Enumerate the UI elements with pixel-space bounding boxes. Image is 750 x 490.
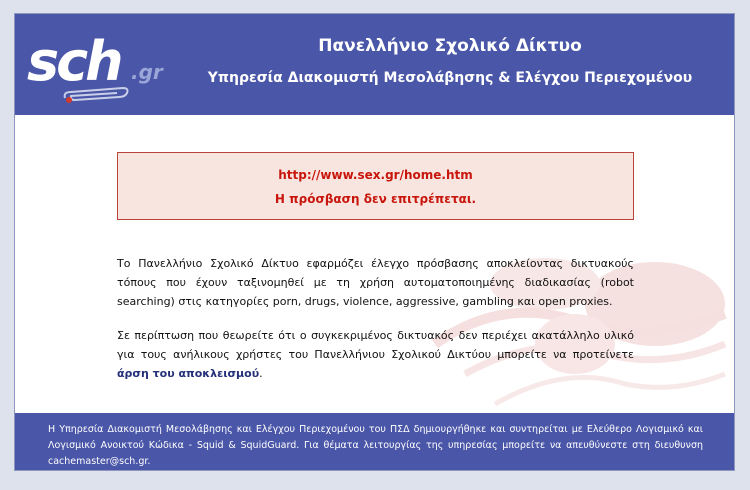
paperclip-icon [63,86,129,103]
blocked-url: http://www.sex.gr/home.htm [278,168,473,182]
footer-banner: Η Υπηρεσία Διακομιστή Μεσολάβησης και Ελ… [15,413,734,470]
unblock-request-link[interactable]: άρση του αποκλεισμού [117,367,259,380]
unblock-paragraph-text: Σε περίπτωση που θεωρείτε ότι ο συγκεκρι… [117,329,634,361]
sch-logo: sch .gr [25,30,175,103]
page-frame: sch .gr Πανελλήνιο Σχολικό Δίκτυο Υπηρεσ… [14,13,735,471]
logo-suffix: .gr [131,60,163,84]
logo-text: sch [27,30,124,93]
site-title: Πανελλήνιο Σχολικό Δίκτυο [318,36,582,56]
access-denied-box: http://www.sex.gr/home.htm Η πρόσβαση δε… [117,152,634,220]
access-denied-message: Η πρόσβαση δεν επιτρέπεται. [274,192,477,206]
header-banner: sch .gr Πανελλήνιο Σχολικό Δίκτυο Υπηρεσ… [15,14,734,115]
site-subtitle: Υπηρεσία Διακομιστή Μεσολάβησης & Ελέγχο… [207,70,693,86]
policy-paragraph: Το Πανελλήνιο Σχολικό Δίκτυο εφαρμόζει έ… [117,257,634,308]
footer-text: Η Υπηρεσία Διακομιστή Μεσολάβησης και Ελ… [48,424,703,467]
unblock-paragraph: Σε περίπτωση που θεωρείτε ότι ο συγκεκρι… [117,326,634,383]
unblock-paragraph-end: . [259,367,263,380]
